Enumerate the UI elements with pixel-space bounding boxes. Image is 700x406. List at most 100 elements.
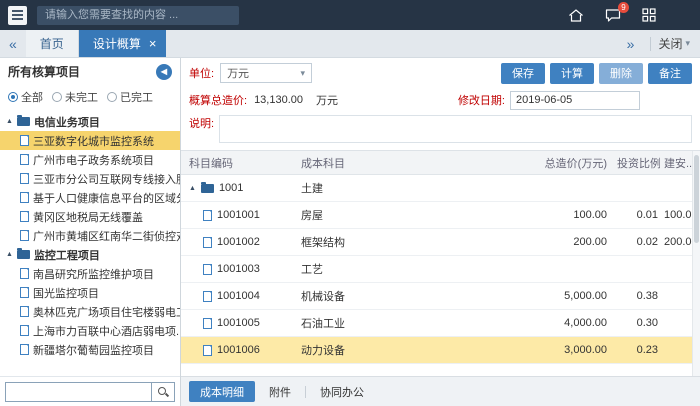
- cell-total: 4,000.00: [465, 317, 615, 329]
- panel-header: 所有核算项目 ◀: [0, 58, 180, 85]
- tree-item[interactable]: 三亚数字化城市监控系统: [0, 131, 180, 150]
- global-search-input[interactable]: [37, 6, 239, 25]
- project-tree: ▲ 电信业务项目 三亚数字化城市监控系统 广州市电子政务系统项目 三亚市分公司互…: [0, 109, 180, 376]
- tree-item[interactable]: 奥林匹克广场项目住宅楼弱电工: [0, 302, 180, 321]
- column-header-subject[interactable]: 成本科目: [293, 155, 465, 171]
- column-header-ratio[interactable]: 投资比例: [615, 155, 660, 171]
- cell-ratio: 0.23: [615, 344, 660, 356]
- tree-item[interactable]: 广州市黄埔区红南华二街侦控对: [0, 226, 180, 245]
- bottom-tab-bar: 成本明细 附件 协同办公: [181, 376, 700, 406]
- menu-icon[interactable]: [8, 6, 27, 25]
- table-scrollbar[interactable]: [692, 151, 700, 376]
- search-icon: [157, 386, 169, 398]
- tree-item-label: 广州市电子政务系统项目: [33, 152, 154, 168]
- filter-finished-radio[interactable]: 已完工: [107, 89, 153, 105]
- filter-unfinished-radio[interactable]: 未完工: [52, 89, 98, 105]
- tree-item[interactable]: 三亚市分公司互联网专线接入服: [0, 169, 180, 188]
- remark-button[interactable]: 备注: [648, 63, 692, 84]
- messages-icon[interactable]: 9: [605, 8, 621, 23]
- unit-label: 单位:: [189, 65, 214, 81]
- modify-date-label: 修改日期:: [458, 92, 505, 108]
- tree-search-button[interactable]: [151, 382, 175, 402]
- note-textarea[interactable]: [219, 115, 692, 143]
- cell-code: 1001004: [217, 290, 260, 302]
- table-row[interactable]: 1001001 房屋 100.00 0.01 100.0: [181, 202, 700, 229]
- tree-item[interactable]: 基于人口健康信息平台的区域分: [0, 188, 180, 207]
- column-header-code[interactable]: 科目编码: [181, 155, 293, 171]
- tree-item-label: 新疆塔尔葡萄园监控项目: [33, 342, 154, 358]
- expand-toggle-icon[interactable]: ▲: [6, 251, 13, 258]
- close-menu-button[interactable]: 关闭 ▾: [658, 35, 690, 52]
- tab-home[interactable]: 首页: [26, 30, 79, 57]
- tab-design-estimate[interactable]: 设计概算 ×: [79, 30, 167, 57]
- table-row[interactable]: 1001004 机械设备 5,000.00 0.38: [181, 283, 700, 310]
- home-icon[interactable]: [568, 8, 584, 23]
- calculate-button[interactable]: 计算: [550, 63, 594, 84]
- document-icon: [203, 237, 212, 248]
- estimate-detail-panel: 单位: 万元 ▾ 保存 计算 删除 备注 概算总造价: 13,130.00 万元…: [181, 58, 700, 406]
- project-tree-panel: 所有核算项目 ◀ 全部 未完工 已完工: [0, 58, 181, 406]
- tabbar-right: » 关闭 ▾: [618, 30, 700, 57]
- collapse-panel-button[interactable]: ◀: [156, 64, 172, 80]
- document-icon: [20, 192, 29, 203]
- tree-item-label: 三亚数字化城市监控系统: [33, 133, 154, 149]
- unit-select[interactable]: 万元 ▾: [220, 63, 312, 83]
- document-icon: [20, 230, 29, 241]
- tree-item-label: 基于人口健康信息平台的区域分: [33, 190, 180, 206]
- top-bar: 9: [0, 0, 700, 30]
- tree-item[interactable]: 黄冈区地税局无线覆盖: [0, 207, 180, 226]
- folder-icon: [17, 250, 30, 259]
- note-label: 说明:: [189, 115, 214, 131]
- cost-detail-button[interactable]: 成本明细: [189, 381, 255, 402]
- table-row[interactable]: 1001005 石油工业 4,000.00 0.30: [181, 310, 700, 337]
- document-icon: [20, 306, 29, 317]
- tree-item[interactable]: 上海市力百联中心酒店弱电项...: [0, 321, 180, 340]
- column-header-total[interactable]: 总造价(万元): [465, 155, 615, 171]
- tree-item[interactable]: 新疆塔尔葡萄园监控项目: [0, 340, 180, 359]
- delete-button[interactable]: 删除: [599, 63, 643, 84]
- modify-date-input[interactable]: [510, 91, 640, 110]
- summary-row: 概算总造价: 13,130.00 万元 修改日期:: [181, 88, 700, 112]
- tab-home-label: 首页: [40, 35, 64, 52]
- scroll-tabs-right-icon[interactable]: »: [618, 36, 644, 52]
- filter-all-radio[interactable]: 全部: [8, 89, 43, 105]
- app-window: 9 « 首页 设计概算 × » 关闭 ▾: [0, 0, 700, 406]
- action-buttons: 保存 计算 删除 备注: [501, 63, 692, 84]
- panel-title: 所有核算项目: [8, 63, 80, 80]
- table-row[interactable]: 1001003 工艺: [181, 256, 700, 283]
- cell-code: 1001: [219, 182, 243, 194]
- divider: [305, 386, 306, 398]
- tree-item[interactable]: 广州市电子政务系统项目: [0, 150, 180, 169]
- document-icon: [20, 344, 29, 355]
- attachment-tab[interactable]: 附件: [269, 384, 291, 400]
- scroll-tabs-left-icon[interactable]: «: [0, 30, 26, 57]
- collapse-arrow-icon: ◀: [161, 67, 167, 76]
- tree-search-bar: [0, 376, 180, 406]
- collaboration-tab[interactable]: 协同办公: [320, 384, 364, 400]
- cell-ratio: 0.01: [615, 209, 660, 221]
- save-button[interactable]: 保存: [501, 63, 545, 84]
- cell-code: 1001003: [217, 263, 260, 275]
- document-icon: [20, 135, 29, 146]
- tab-bar: « 首页 设计概算 × » 关闭 ▾: [0, 30, 700, 58]
- folder-icon: [201, 184, 214, 193]
- document-icon: [203, 318, 212, 329]
- tab-close-icon[interactable]: ×: [149, 37, 157, 50]
- tree-folder[interactable]: ▲ 电信业务项目: [0, 112, 180, 131]
- tree-item[interactable]: 南昌研究所监控维护项目: [0, 264, 180, 283]
- scrollbar-thumb[interactable]: [694, 155, 699, 243]
- table-header: 科目编码 成本科目 总造价(万元) 投资比例 建安...: [181, 151, 700, 175]
- tree-item[interactable]: 国光监控项目: [0, 283, 180, 302]
- table-row-selected[interactable]: 1001006 动力设备 3,000.00 0.23: [181, 337, 700, 364]
- cell-ratio: 0.30: [615, 317, 660, 329]
- table-row[interactable]: ▲ 1001 土建: [181, 175, 700, 202]
- expand-toggle-icon[interactable]: ▲: [189, 185, 196, 192]
- tree-search-input[interactable]: [5, 382, 151, 402]
- apps-grid-icon[interactable]: [642, 8, 656, 22]
- cell-ratio: 0.38: [615, 290, 660, 302]
- tree-folder[interactable]: ▲ 监控工程项目: [0, 245, 180, 264]
- document-icon: [203, 345, 212, 356]
- table-row[interactable]: 1001002 框架结构 200.00 0.02 200.00: [181, 229, 700, 256]
- note-row: 说明:: [181, 112, 700, 150]
- expand-toggle-icon[interactable]: ▲: [6, 118, 13, 125]
